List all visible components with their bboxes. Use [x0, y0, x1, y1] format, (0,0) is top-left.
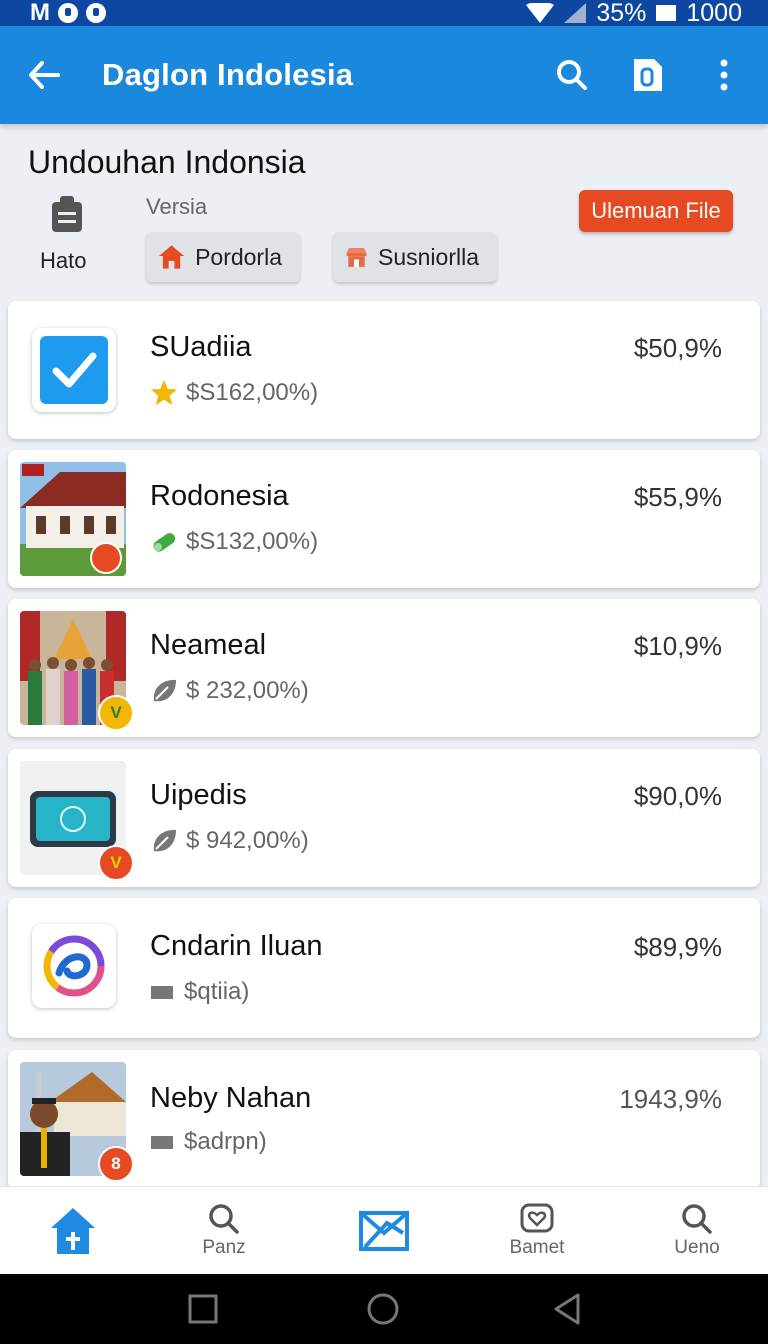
item-price: $50,9%: [633, 333, 722, 363]
search-icon: [209, 1204, 239, 1234]
bottom-nav: Panz Bamet Ueno: [0, 1186, 768, 1274]
list-item[interactable]: Cndarin Iluan $qtiia) $89,9%: [8, 898, 760, 1038]
item-name: SUadiia: [150, 331, 252, 363]
status-bar: M 35% 1000: [0, 0, 768, 27]
item-name: Neby Nahan: [150, 1082, 312, 1114]
upload-file-button[interactable]: Ulemuan File: [579, 190, 733, 232]
document-icon[interactable]: [628, 55, 668, 95]
back-arrow-icon[interactable]: [24, 55, 64, 95]
list-item[interactable]: V Uipedis $ 942,00%) $90,0%: [8, 749, 760, 887]
item-sub: $ 942,00%): [186, 827, 309, 854]
nav-label: Ueno: [674, 1237, 720, 1258]
nav-label: Panz: [202, 1237, 246, 1258]
chip-susniorlla[interactable]: Susniorlla: [333, 232, 497, 282]
house-icon: [158, 245, 185, 269]
item-price: 1943,9%: [619, 1084, 722, 1114]
item-name: Uipedis: [150, 779, 247, 811]
leaf-icon: [153, 679, 176, 702]
back-triangle-icon[interactable]: [550, 1292, 584, 1326]
item-sub: $S162,00%): [186, 379, 319, 406]
item-price: $10,9%: [633, 631, 722, 661]
chip-label: Pordorla: [195, 243, 282, 270]
hato-label: Hato: [40, 248, 87, 273]
chip-pordorla[interactable]: Pordorla: [146, 232, 300, 282]
more-vert-icon[interactable]: [704, 55, 744, 95]
house-photo: [20, 462, 126, 576]
item-price: $90,0%: [633, 781, 722, 811]
item-price: $55,9%: [633, 482, 722, 512]
thumb-badge: [90, 542, 122, 574]
item-name: Cndarin Iluan: [150, 930, 323, 962]
wifi-icon: [526, 3, 555, 23]
clipboard-icon[interactable]: [50, 194, 84, 239]
list-item[interactable]: SUadiia $S162,00%) $50,9%: [8, 301, 760, 439]
search-icon: [682, 1204, 712, 1234]
battery-percent: 35%: [596, 0, 647, 27]
item-name: Neameal: [150, 629, 267, 661]
home-icon: [51, 1208, 95, 1254]
folder-icon: [151, 1136, 173, 1149]
signal-icon: [564, 3, 587, 23]
pill-icon: [153, 533, 176, 552]
list-item[interactable]: 8 Neby Nahan $adrpn) 1943,9%: [8, 1050, 760, 1190]
list-item[interactable]: V Neameal $ 232,00%) $10,9%: [8, 599, 760, 737]
nav-panz[interactable]: Panz: [164, 1187, 284, 1275]
clock: 1000: [686, 0, 742, 27]
item-sub: $adrpn): [184, 1128, 267, 1155]
thumb-badge: 8: [98, 1146, 134, 1182]
thumb-badge: V: [98, 845, 134, 881]
app-title: Daglon Indolesia: [102, 57, 354, 92]
item-price: $89,9%: [633, 932, 722, 962]
nav-ueno[interactable]: Ueno: [637, 1187, 757, 1275]
item-sub: $ 232,00%): [186, 677, 309, 704]
battery-icon: [656, 5, 677, 21]
item-name: Rodonesia: [150, 480, 289, 512]
folder-icon: [151, 986, 173, 999]
mail-icon: [359, 1211, 409, 1251]
heart-badge-icon: [520, 1203, 554, 1233]
thumb-badge: V: [98, 695, 134, 731]
item-sub: $qtiia): [184, 978, 250, 1005]
app-bar: Daglon Indolesia: [0, 26, 768, 124]
nav-home[interactable]: [13, 1187, 133, 1275]
section-title: Undouhan Indonsia: [28, 144, 306, 180]
nav-label: Bamet: [509, 1237, 565, 1258]
chip-label: Susniorlla: [378, 243, 479, 270]
nav-mail[interactable]: [324, 1187, 444, 1275]
list-item[interactable]: Rodonesia $S132,00%) $55,9%: [8, 450, 760, 588]
system-nav-bar: [0, 1274, 768, 1344]
store-icon: [346, 247, 367, 267]
item-sub: $S132,00%): [186, 528, 319, 555]
versia-label: Versia: [146, 194, 208, 219]
home-circle-icon[interactable]: [366, 1292, 400, 1326]
leaf-icon: [153, 829, 176, 852]
nav-bamet[interactable]: Bamet: [477, 1187, 597, 1275]
notification-icon: [58, 3, 78, 23]
recents-icon[interactable]: [186, 1292, 220, 1326]
status-letter: M: [30, 0, 50, 26]
notification-icon: [86, 3, 106, 23]
search-icon[interactable]: [552, 55, 592, 95]
swirl-logo-icon: [32, 924, 116, 1008]
star-icon: [151, 380, 177, 405]
checkbox-icon: [32, 328, 116, 412]
